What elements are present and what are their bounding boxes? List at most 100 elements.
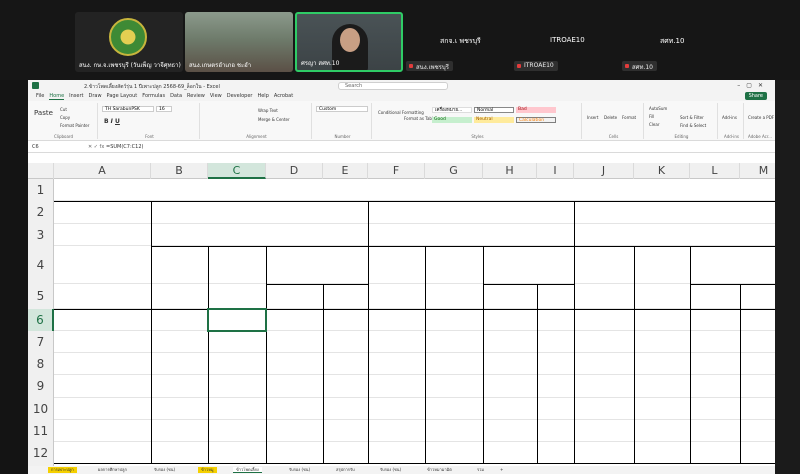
sheet-tab[interactable]: ข้าวหมามามิต <box>424 467 455 473</box>
menu-insert[interactable]: Insert <box>69 93 83 99</box>
column-header-m[interactable]: M <box>740 163 775 179</box>
row-header-8[interactable]: 8 <box>28 353 54 375</box>
style-cell[interactable]: Bad <box>516 107 556 113</box>
styles-group: Conditional Formatting Format as Table เ… <box>374 103 582 139</box>
table-border <box>634 246 635 464</box>
row-header-1[interactable]: 1 <box>28 179 54 201</box>
row-header-5[interactable]: 5 <box>28 284 54 309</box>
group-label: Adobe Acr... <box>748 134 772 139</box>
menu-home[interactable]: Home <box>49 93 65 100</box>
delete-button[interactable]: Delete <box>604 115 617 120</box>
sheet-tab[interactable]: การเพาะปลูก <box>48 467 77 473</box>
clear-button[interactable]: Clear <box>649 122 659 127</box>
sheet-tab[interactable]: รับรอง (ชน) <box>151 467 178 473</box>
row-header-9[interactable]: 9 <box>28 375 54 398</box>
sheet-tab[interactable]: รวม <box>474 467 487 473</box>
font-size-select[interactable]: 16 <box>156 106 172 112</box>
menu-view[interactable]: View <box>210 93 222 99</box>
active-cell-selection[interactable] <box>207 308 267 332</box>
share-button[interactable]: Share <box>744 92 767 100</box>
row-header-11[interactable]: 11 <box>28 420 54 442</box>
share-tag[interactable]: สนง.เพชรบุรี <box>406 61 453 71</box>
column-header-a[interactable]: A <box>54 163 151 179</box>
paste-button[interactable]: Paste <box>34 109 53 117</box>
create-pdf-button[interactable]: Create a PDF <box>748 115 774 120</box>
share-tag[interactable]: ITROAE10 <box>514 61 558 71</box>
column-header-f[interactable]: F <box>368 163 425 179</box>
column-header-c[interactable]: C <box>208 163 266 179</box>
column-header-j[interactable]: J <box>574 163 634 179</box>
sort-filter-button[interactable]: Sort & Filter <box>680 115 704 120</box>
row-header-7[interactable]: 7 <box>28 331 54 353</box>
sheet-tab[interactable]: รับรอง (ชน) <box>377 467 404 473</box>
column-header-h[interactable]: H <box>483 163 537 179</box>
find-select-button[interactable]: Find & Select <box>680 123 706 128</box>
format-as-table-button[interactable]: Format as Table <box>404 116 436 121</box>
sheet-tab[interactable]: + <box>497 467 506 473</box>
menu-draw[interactable]: Draw <box>88 93 101 99</box>
style-cell[interactable]: Good <box>432 117 472 123</box>
ribbon: Paste Cut Copy Format Painter Clipboard … <box>28 101 775 141</box>
gridline <box>54 397 775 398</box>
style-cell[interactable]: เครื่องหมาย... <box>432 107 472 113</box>
menu-file[interactable]: File <box>36 93 44 99</box>
search-input[interactable]: Search <box>338 82 448 90</box>
row-header-3[interactable]: 3 <box>28 224 54 246</box>
row-header-2[interactable]: 2 <box>28 201 54 224</box>
column-header-i[interactable]: I <box>537 163 574 179</box>
addins-button[interactable]: Add-ins <box>722 115 737 120</box>
name-box[interactable]: C6 <box>32 144 39 150</box>
sheet-tab[interactable]: ผลการศึกษาปลูก <box>95 467 130 473</box>
style-cell[interactable]: Normal <box>474 107 514 113</box>
menu-formulas[interactable]: Formulas <box>142 93 165 99</box>
column-header-l[interactable]: L <box>690 163 740 179</box>
wrap-text-button[interactable]: Wrap Text <box>258 108 278 113</box>
spreadsheet-grid[interactable]: ABCDEFGHIJKLM 12345678910111213 <box>28 163 775 466</box>
table-border <box>266 246 267 464</box>
table-border <box>208 246 209 464</box>
conditional-formatting-button[interactable]: Conditional Formatting <box>378 110 424 115</box>
autosum-button[interactable]: AutoSum <box>649 106 667 111</box>
bold-button[interactable]: B I U <box>104 118 120 125</box>
copy-button[interactable]: Copy <box>60 115 70 120</box>
menu-page-layout[interactable]: Page Layout <box>107 93 138 99</box>
menu-help[interactable]: Help <box>257 93 268 99</box>
table-border <box>740 284 741 464</box>
participant-label: สกจ.เ พชรบุรี <box>440 37 481 45</box>
style-cell[interactable]: Calculation <box>516 117 556 123</box>
style-cell[interactable]: Neutral <box>474 117 514 123</box>
insert-button[interactable]: Insert <box>587 115 598 120</box>
cut-button[interactable]: Cut <box>60 107 67 112</box>
cells-group: Insert Delete Format Cells <box>584 103 644 139</box>
sheet-tab[interactable]: สรุปการรับ <box>333 467 358 473</box>
menu-developer[interactable]: Developer <box>227 93 253 99</box>
number-format-select[interactable]: Custom <box>316 106 368 112</box>
fx-icon[interactable]: ✕ ✓ fx <box>88 144 104 150</box>
menu-data[interactable]: Data <box>170 93 182 99</box>
window-controls[interactable]: –▢✕ <box>737 82 769 89</box>
column-header-e[interactable]: E <box>323 163 368 179</box>
fill-button[interactable]: Fill <box>649 114 654 119</box>
select-all-corner[interactable] <box>28 163 54 179</box>
formula-input[interactable]: =SUM(C7:C12) <box>106 144 143 150</box>
share-tag[interactable]: สศท.10 <box>622 61 657 71</box>
column-header-g[interactable]: G <box>425 163 483 179</box>
column-header-d[interactable]: D <box>266 163 323 179</box>
table-border <box>690 246 691 464</box>
font-name-select[interactable]: TH SarabunPSK <box>102 106 154 112</box>
sheet-tab[interactable]: ข้าวโพดเลี้ยง <box>233 467 262 473</box>
row-header-4[interactable]: 4 <box>28 246 54 284</box>
column-header-k[interactable]: K <box>634 163 690 179</box>
row-header-6[interactable]: 6 <box>28 309 54 331</box>
sheet-tab[interactable]: ข้าวหมู <box>198 467 217 473</box>
sheet-tab[interactable]: รับรอง (ชน) <box>286 467 313 473</box>
table-border <box>368 201 369 464</box>
row-header-12[interactable]: 12 <box>28 442 54 464</box>
format-painter-button[interactable]: Format Painter <box>60 123 89 128</box>
column-header-b[interactable]: B <box>151 163 208 179</box>
menu-review[interactable]: Review <box>187 93 205 99</box>
format-button[interactable]: Format <box>622 115 636 120</box>
menu-acrobat[interactable]: Acrobat <box>274 93 293 99</box>
merge-center-button[interactable]: Merge & Center <box>258 117 290 122</box>
row-header-10[interactable]: 10 <box>28 398 54 420</box>
